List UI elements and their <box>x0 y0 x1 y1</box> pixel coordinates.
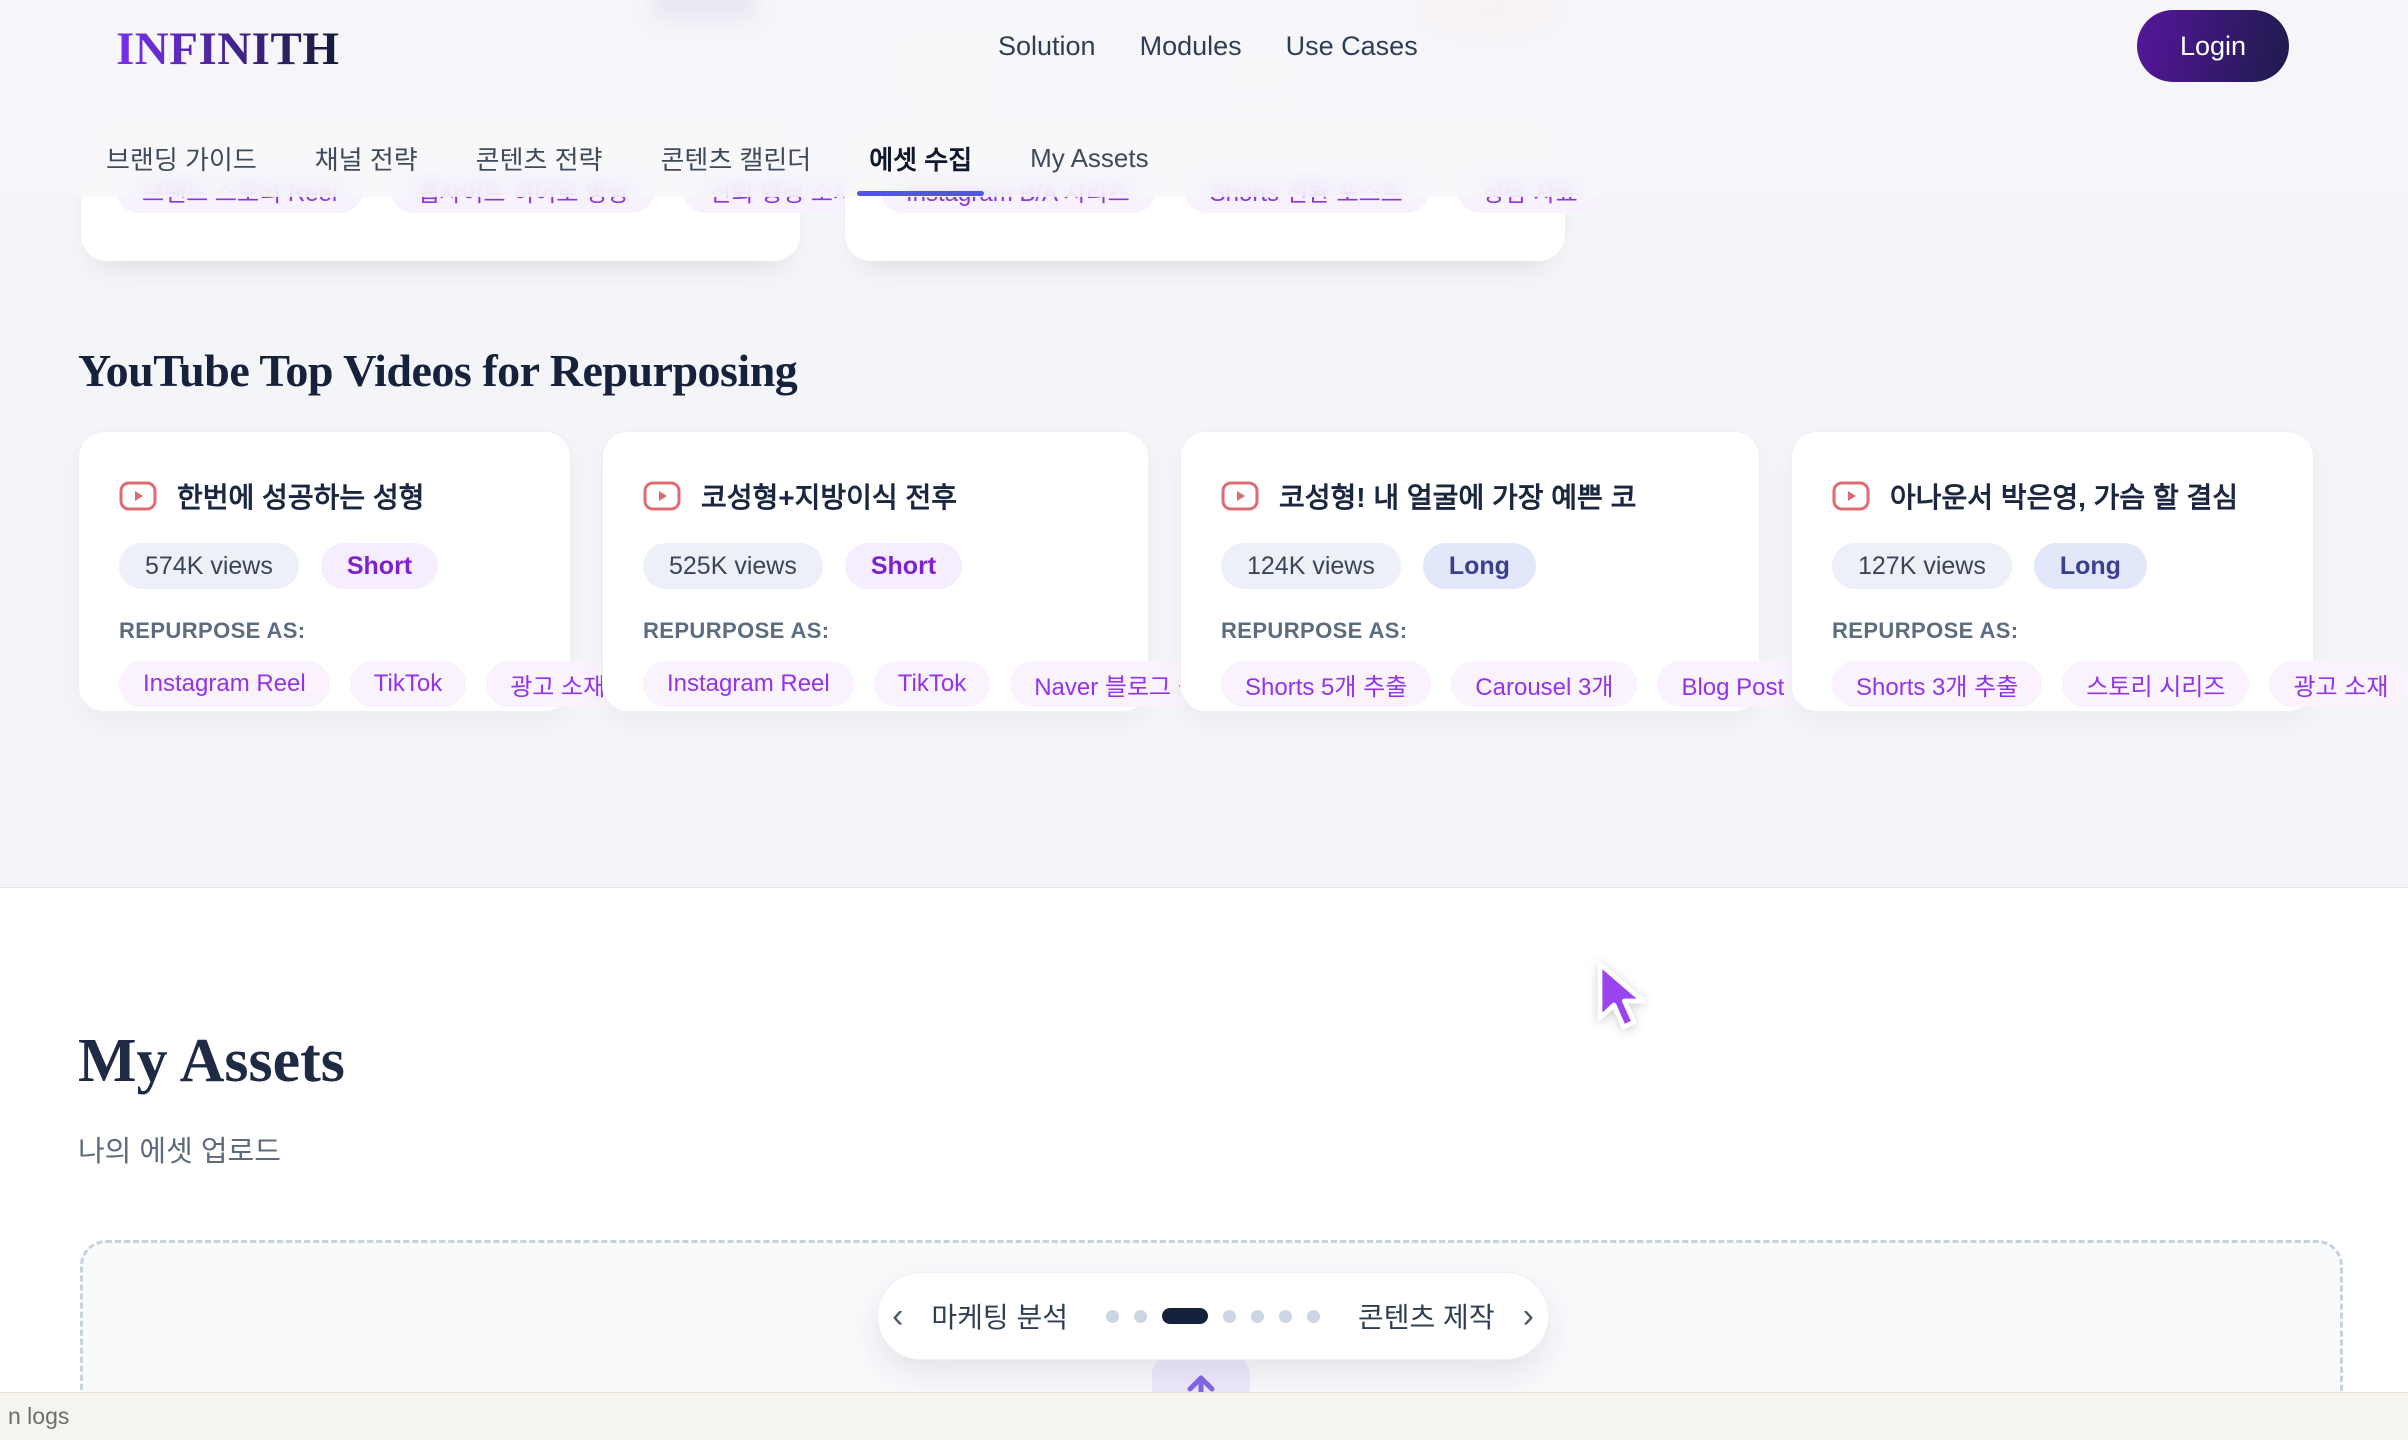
video-title: 코성형+지방이식 전후 <box>701 476 957 516</box>
carousel-dot[interactable] <box>1106 1310 1119 1323</box>
carousel-next-label[interactable]: 콘텐츠 제작 <box>1358 1296 1495 1336</box>
youtube-icon <box>119 481 157 511</box>
page: 브랜드 스토리 Reel 웹사이트 히어로 영상 신뢰 형성 소재 Instag… <box>0 0 2408 1440</box>
youtube-icon <box>1221 481 1259 511</box>
repurpose-tag[interactable]: TikTok <box>874 661 990 707</box>
carousel-dot[interactable] <box>1307 1310 1320 1323</box>
video-type-badge: Long <box>1423 543 1536 589</box>
repurpose-tag[interactable]: Shorts 5개 추출 <box>1221 661 1431 707</box>
repurpose-as-label: REPURPOSE AS: <box>1832 618 2273 644</box>
tab-my-assets[interactable]: My Assets <box>1030 120 1148 197</box>
module-tabs: 브랜딩 가이드 채널 전략 콘텐츠 전략 콘텐츠 캘린더 에셋 수집 My As… <box>106 120 1149 197</box>
section-divider <box>0 887 2408 888</box>
views-badge: 574K views <box>119 543 299 589</box>
repurpose-as-label: REPURPOSE AS: <box>643 618 1108 644</box>
carousel-dot[interactable] <box>1251 1310 1264 1323</box>
my-assets-title: My Assets <box>78 1026 345 1097</box>
repurpose-tag[interactable]: 광고 소재 <box>2269 661 2408 707</box>
section-title-youtube-repurposing: YouTube Top Videos for Repurposing <box>78 344 797 397</box>
chevron-right-icon[interactable]: › <box>1521 1299 1536 1333</box>
tab-content-strategy[interactable]: 콘텐츠 전략 <box>476 120 603 197</box>
my-assets-subtitle: 나의 에셋 업로드 <box>78 1128 281 1170</box>
tab-asset-collection[interactable]: 에셋 수집 <box>869 120 972 197</box>
video-type-badge: Short <box>845 543 962 589</box>
carousel-dot[interactable] <box>1223 1310 1236 1323</box>
video-title: 한번에 성공하는 성형 <box>177 476 424 516</box>
repurpose-tag[interactable]: Instagram Reel <box>119 661 330 707</box>
sticky-header: INFINITH Solution Modules Use Cases Logi… <box>0 0 2408 197</box>
login-button[interactable]: Login <box>2137 10 2289 82</box>
views-badge: 127K views <box>1832 543 2012 589</box>
carousel-prev-label[interactable]: 마케팅 분석 <box>931 1296 1068 1336</box>
youtube-icon <box>1832 481 1870 511</box>
status-bar: n logs <box>0 1392 2408 1440</box>
views-badge: 124K views <box>1221 543 1401 589</box>
nav-item-modules[interactable]: Modules <box>1140 31 1242 62</box>
video-type-badge: Long <box>2034 543 2147 589</box>
tab-content-calendar[interactable]: 콘텐츠 캘린더 <box>660 120 811 197</box>
youtube-icon <box>643 481 681 511</box>
tab-branding-guide[interactable]: 브랜딩 가이드 <box>106 120 257 197</box>
repurpose-tag[interactable]: 스토리 시리즈 <box>2062 661 2249 707</box>
nav-item-use-cases[interactable]: Use Cases <box>1286 31 1418 62</box>
repurpose-tag[interactable]: TikTok <box>350 661 466 707</box>
carousel-dots <box>1106 1308 1320 1324</box>
video-title: 코성형! 내 얼굴에 가장 예쁜 코 <box>1279 476 1636 516</box>
repurpose-as-label: REPURPOSE AS: <box>119 618 530 644</box>
carousel-dot[interactable] <box>1279 1310 1292 1323</box>
main-nav: Solution Modules Use Cases <box>998 0 1418 92</box>
video-card[interactable]: 코성형+지방이식 전후 525K views Short REPURPOSE A… <box>602 431 1149 712</box>
tab-channel-strategy[interactable]: 채널 전략 <box>315 120 418 197</box>
status-bar-text[interactable]: n logs <box>8 1403 69 1430</box>
video-type-badge: Short <box>321 543 438 589</box>
nav-item-solution[interactable]: Solution <box>998 31 1096 62</box>
carousel-dot-active[interactable] <box>1162 1308 1208 1324</box>
video-card[interactable]: 코성형! 내 얼굴에 가장 예쁜 코 124K views Long REPUR… <box>1180 431 1760 712</box>
repurpose-tag[interactable]: Shorts 3개 추출 <box>1832 661 2042 707</box>
section-carousel: ‹ 마케팅 분석 콘텐츠 제작 › <box>877 1272 1549 1360</box>
repurpose-tag[interactable]: Instagram Reel <box>643 661 854 707</box>
views-badge: 525K views <box>643 543 823 589</box>
video-title: 아나운서 박은영, 가슴 할 결심 <box>1890 476 2238 516</box>
video-card[interactable]: 한번에 성공하는 성형 574K views Short REPURPOSE A… <box>78 431 571 712</box>
chevron-left-icon[interactable]: ‹ <box>890 1299 905 1333</box>
logo-infinith[interactable]: INFINITH <box>116 22 339 76</box>
video-card[interactable]: 아나운서 박은영, 가슴 할 결심 127K views Long REPURP… <box>1791 431 2314 712</box>
video-cards-row: 한번에 성공하는 성형 574K views Short REPURPOSE A… <box>78 431 2314 712</box>
carousel-dot[interactable] <box>1134 1310 1147 1323</box>
repurpose-tag[interactable]: Carousel 3개 <box>1451 661 1637 707</box>
repurpose-as-label: REPURPOSE AS: <box>1221 618 1719 644</box>
my-assets-section: My Assets 나의 에셋 업로드 ‹ 마케팅 분석 콘텐츠 제작 › <box>0 888 2408 1440</box>
